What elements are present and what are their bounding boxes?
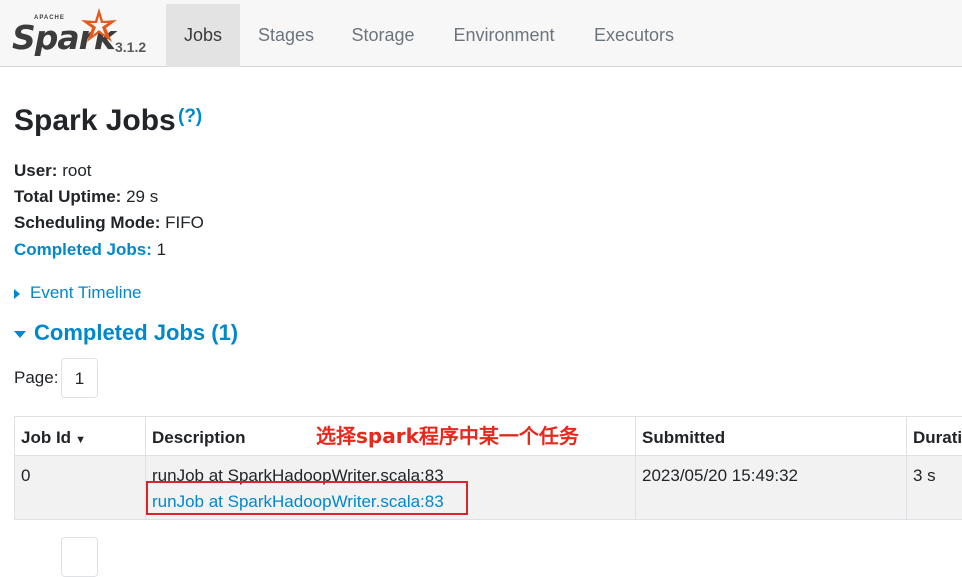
tab-executors[interactable]: Executors bbox=[584, 4, 684, 67]
red-annotation-text: 选择spark程序中某一个任务 bbox=[316, 420, 579, 449]
caret-down-icon bbox=[14, 331, 26, 338]
page-title: Spark Jobs bbox=[14, 104, 176, 138]
completed-jobs-title: Completed Jobs (1) bbox=[34, 320, 238, 345]
help-link[interactable]: (?) bbox=[178, 106, 202, 128]
tab-stages[interactable]: Stages bbox=[248, 4, 324, 67]
top-navbar: APACHE Spark 3.1.2 Jobs Stages Storage E… bbox=[0, 0, 962, 67]
submitted-cell: 2023/05/20 15:49:32 bbox=[636, 456, 907, 520]
info-user: User: root bbox=[14, 161, 92, 181]
spark-star-icon bbox=[78, 6, 120, 46]
page-label: Page: bbox=[14, 368, 58, 388]
bottom-page-number-button[interactable] bbox=[61, 537, 98, 577]
user-value: root bbox=[62, 161, 91, 180]
completed-jobs-link[interactable]: Completed Jobs: bbox=[14, 240, 152, 259]
job-id-cell: 0 bbox=[15, 456, 146, 520]
tab-jobs[interactable]: Jobs bbox=[166, 4, 240, 67]
spark-version: 3.1.2 bbox=[115, 39, 146, 55]
tab-storage[interactable]: Storage bbox=[340, 4, 426, 67]
sort-down-icon: ▼ bbox=[75, 434, 86, 446]
column-header-submitted[interactable]: Submitted bbox=[636, 417, 907, 456]
mode-value: FIFO bbox=[165, 213, 204, 232]
info-completed-jobs: Completed Jobs: 1 bbox=[14, 240, 166, 260]
uptime-label: Total Uptime: bbox=[14, 187, 121, 206]
tab-environment[interactable]: Environment bbox=[442, 4, 566, 67]
duration-cell: 3 s bbox=[907, 456, 962, 520]
column-header-duration[interactable]: Duration bbox=[907, 417, 962, 456]
column-header-job-id[interactable]: Job Id ▼ bbox=[15, 417, 146, 456]
completed-jobs-section-toggle[interactable]: Completed Jobs (1) bbox=[14, 320, 238, 346]
event-timeline-toggle[interactable]: Event Timeline bbox=[14, 283, 142, 303]
job-id-header-label: Job Id bbox=[21, 428, 71, 447]
caret-right-icon bbox=[14, 289, 20, 299]
uptime-value: 29 s bbox=[126, 187, 158, 206]
info-scheduling-mode: Scheduling Mode: FIFO bbox=[14, 213, 204, 233]
mode-label: Scheduling Mode: bbox=[14, 213, 160, 232]
info-uptime: Total Uptime: 29 s bbox=[14, 187, 158, 207]
event-timeline-label: Event Timeline bbox=[30, 283, 142, 302]
spark-logo[interactable]: APACHE Spark 3.1.2 bbox=[12, 6, 162, 62]
user-label: User: bbox=[14, 161, 57, 180]
page-number-button[interactable]: 1 bbox=[61, 358, 98, 398]
completed-jobs-count: 1 bbox=[157, 240, 166, 259]
annotation-highlight-box bbox=[146, 481, 468, 515]
